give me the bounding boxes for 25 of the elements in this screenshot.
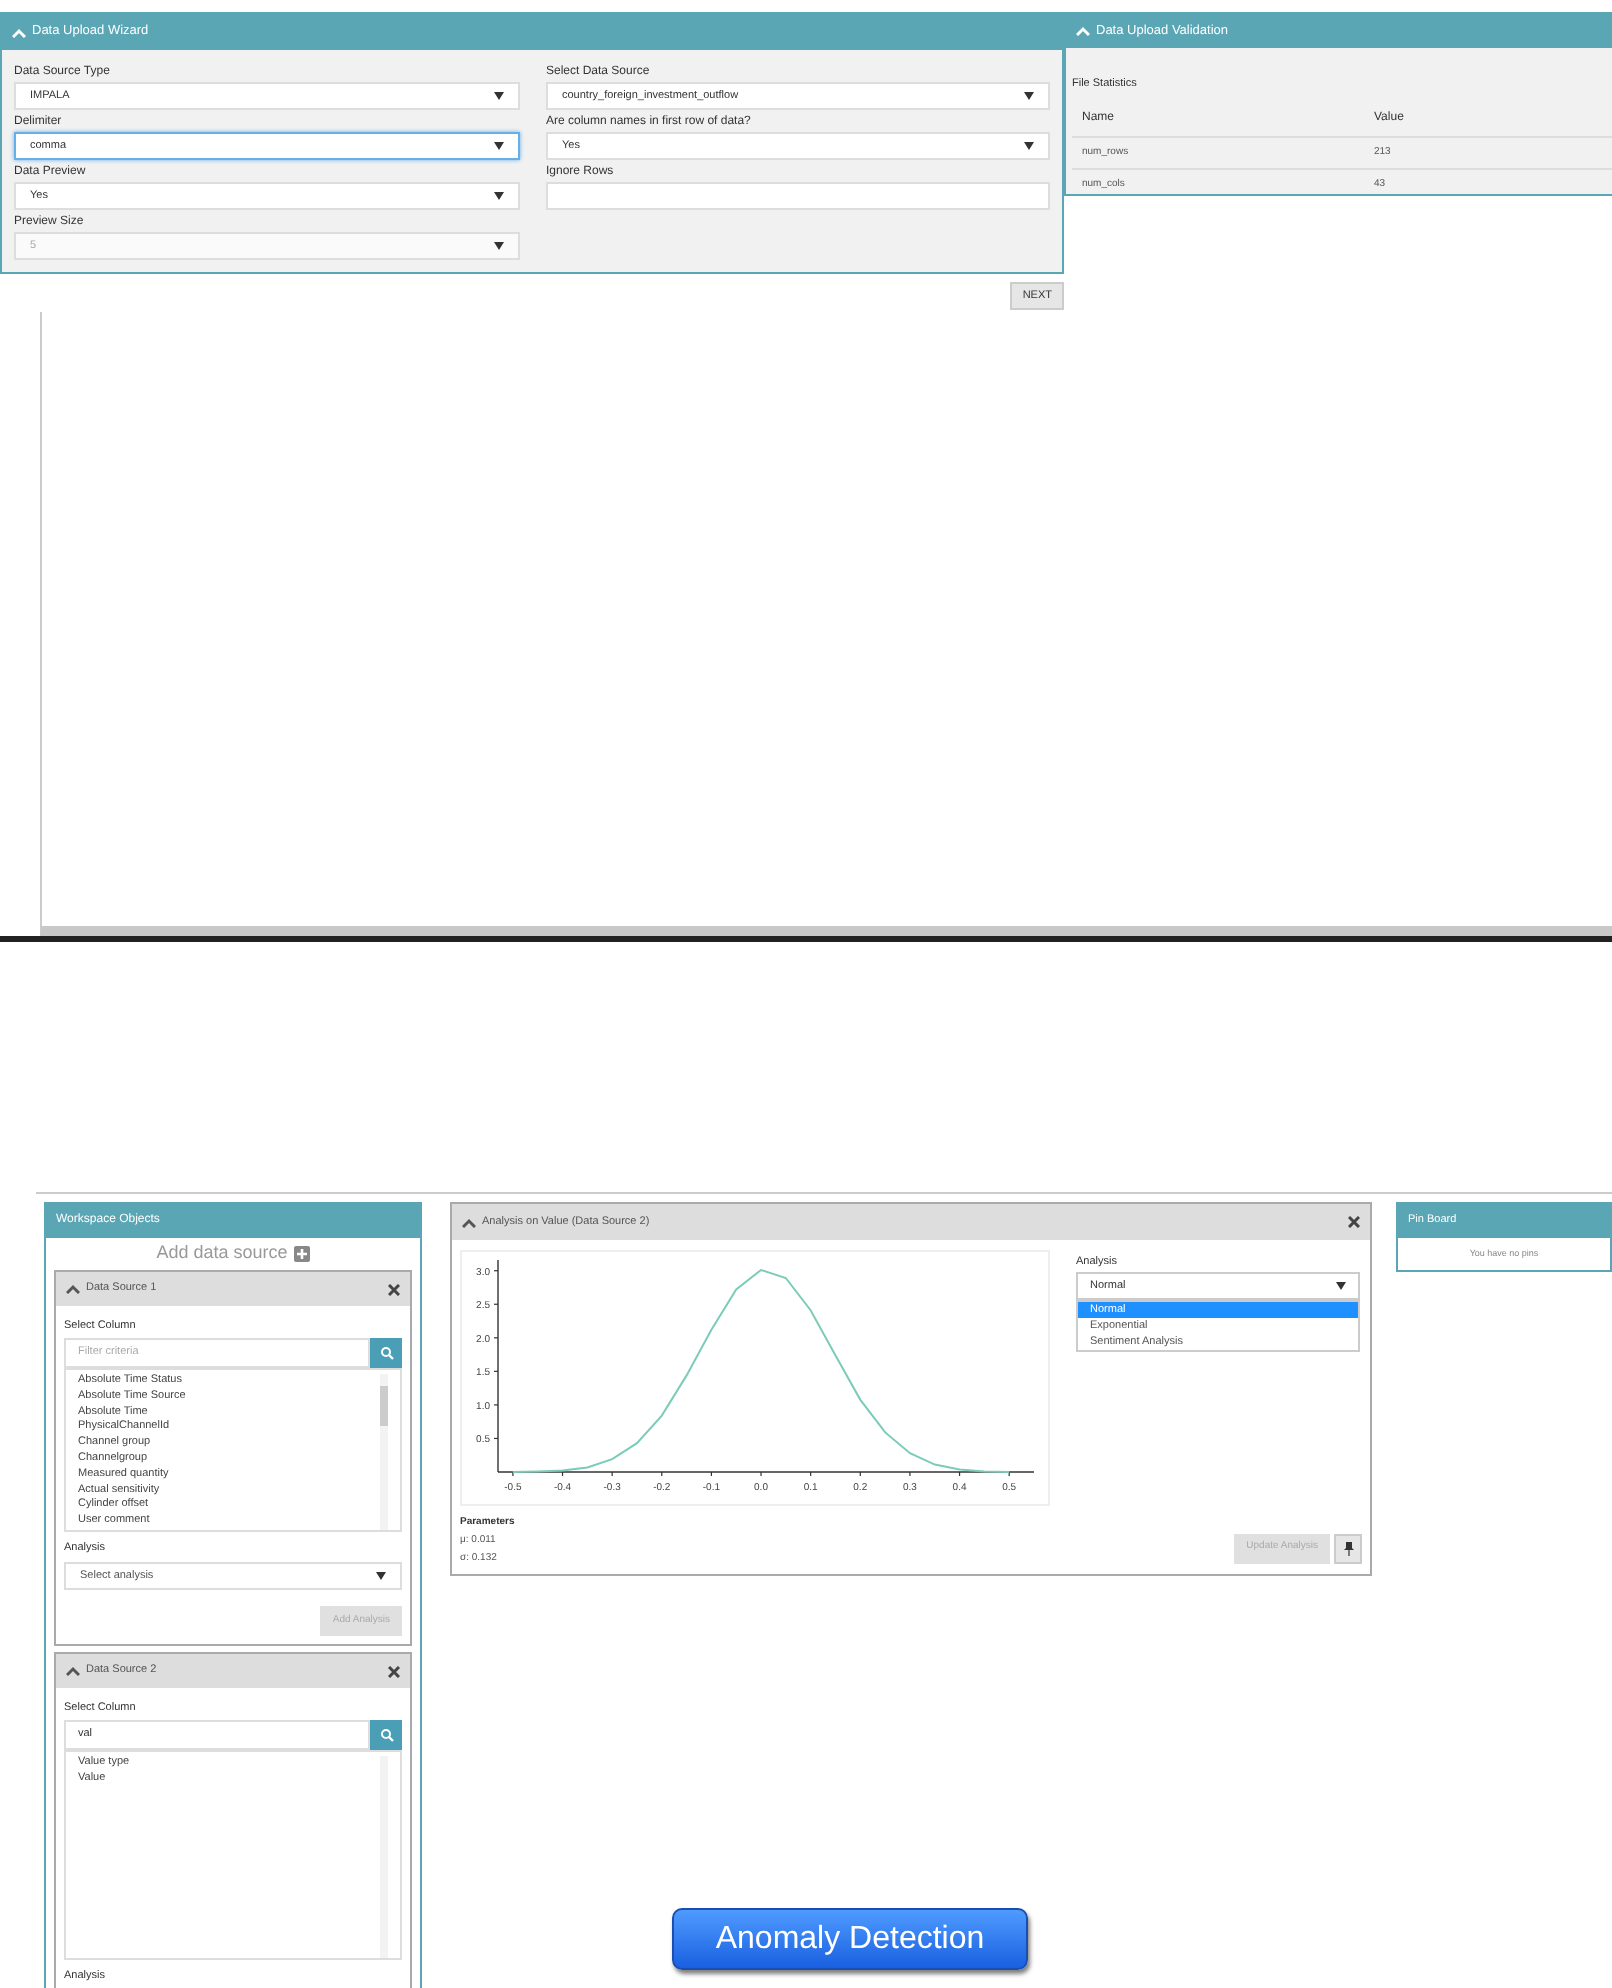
anomaly-detection-button[interactable]: Anomaly Detection	[672, 1908, 1028, 1970]
chevron-up-icon	[1076, 26, 1090, 36]
caret-icon	[494, 92, 504, 100]
caret-icon	[494, 142, 504, 150]
chevron-up-icon	[462, 1217, 476, 1227]
search-icon	[379, 1346, 393, 1360]
caret-icon	[1024, 92, 1034, 100]
search-button[interactable]	[370, 1720, 402, 1750]
search-button[interactable]	[370, 1338, 402, 1368]
close-icon[interactable]	[388, 1283, 400, 1295]
search-icon	[379, 1728, 393, 1742]
caret-icon	[1336, 1282, 1346, 1290]
close-icon[interactable]	[388, 1665, 400, 1677]
plus-icon[interactable]	[293, 1246, 310, 1262]
caret-icon	[376, 1572, 386, 1580]
caret-icon	[1024, 142, 1034, 150]
input-field[interactable]	[546, 182, 1050, 210]
chevron-up-icon	[12, 27, 26, 37]
caret-icon	[494, 242, 504, 250]
chevron-up-icon	[66, 1284, 80, 1294]
chevron-up-icon	[66, 1666, 80, 1676]
close-icon[interactable]	[1348, 1216, 1360, 1228]
pin-icon	[1343, 1541, 1353, 1555]
pin-button[interactable]	[1334, 1533, 1362, 1563]
caret-icon	[494, 192, 504, 200]
